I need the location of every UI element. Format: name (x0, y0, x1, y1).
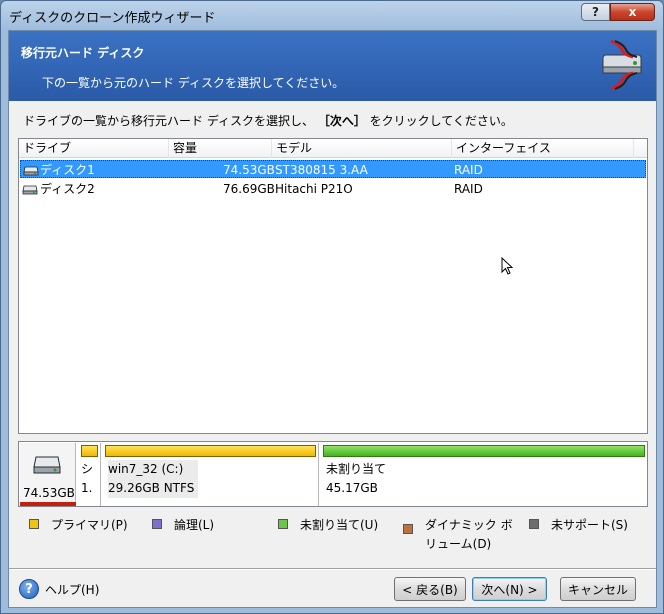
partition-unallocated-bar (323, 445, 645, 457)
partition-unallocated-name: 未割り当て (326, 462, 387, 476)
partition-primary-bar (105, 445, 316, 457)
help-icon: ? (19, 579, 39, 599)
column-model[interactable]: モデル (272, 139, 452, 158)
drive-name: ディスク1 (40, 163, 95, 177)
instruction-next-emphasis: ［次へ］ (317, 114, 366, 128)
legend-primary-label: プライマリ(P) (51, 518, 128, 532)
partition-c[interactable]: win7_32 (C:) 29.26GB NTFS (103, 443, 319, 506)
close-button[interactable]: x (610, 3, 655, 21)
drive-row-disk2[interactable]: ディスク2 76.69GB Hitachi P21O RAID (20, 180, 646, 198)
wizard-header: 移行元ハード ディスク 下の一覧から元のハード ディスクを選択してください。 (9, 31, 656, 101)
instruction-after: をクリックしてください。 (369, 114, 513, 128)
column-capacity[interactable]: 容量 (169, 139, 272, 158)
legend-dynamic: ダイナミック ボ リューム(D) (403, 516, 513, 554)
footer-separator (9, 568, 656, 570)
partition-c-size: 29.26GB NTFS (108, 481, 195, 495)
next-button[interactable]: 次へ(N) > (472, 577, 547, 601)
disk-summary[interactable]: 74.53GB (20, 443, 76, 506)
partition-c-label: win7_32 (C:) 29.26GB NTFS (105, 460, 316, 504)
column-interface[interactable]: インターフェイス (452, 139, 634, 158)
drive-capacity: 74.53GB (223, 163, 275, 177)
partition-unallocated-size: 45.17GB (326, 481, 378, 495)
legend-swatch-logical (152, 519, 162, 529)
legend-swatch-unsupported (529, 519, 539, 529)
legend-logical-label: 論理(L) (174, 518, 215, 532)
partition-small-line2: 1. (81, 481, 93, 495)
partition-small-label: シ 1. (80, 460, 98, 504)
drive-list[interactable]: ドライブ 容量 モデル インターフェイス ディスク1 74.53GB ST380… (18, 138, 648, 434)
drive-model: Hitachi P21O (275, 182, 353, 196)
partition-legend: プライマリ(P) 論理(L) 未割り当て(U) ダイナミック ボ リューム(D)… (9, 516, 656, 556)
partition-c-name: win7_32 (C:) (108, 462, 184, 476)
legend-unallocated: 未割り当て(U) (278, 516, 378, 533)
hard-disk-icon (33, 456, 61, 474)
partition-primary-bar (81, 445, 98, 457)
legend-swatch-dynamic (403, 524, 413, 534)
mouse-cursor-icon (501, 257, 514, 275)
legend-logical: 論理(L) (152, 516, 214, 533)
partition-unallocated-label: 未割り当て 45.17GB (323, 460, 645, 504)
title-help-button[interactable]: ? (581, 3, 610, 21)
drive-list-header: ドライブ 容量 モデル インターフェイス (19, 139, 647, 158)
hard-disk-icon (22, 185, 38, 195)
legend-dynamic-line2: リューム(D) (425, 537, 492, 551)
wizard-window: ディスクのクローン作成ウィザード ? x 移行元ハード ディスク 下の一覧から元… (0, 0, 664, 614)
drive-interface: RAID (454, 182, 483, 196)
cancel-button[interactable]: キャンセル (560, 577, 636, 601)
column-drive[interactable]: ドライブ (19, 139, 169, 158)
disk-size: 74.53GB (23, 486, 75, 500)
disk-map: 74.53GB シ 1. win7_32 (C:) 29.26GB NTFS 未… (18, 441, 648, 507)
title-bar[interactable]: ディスクのクローン作成ウィザード ? x (1, 1, 663, 29)
title-buttons: ? x (581, 3, 655, 21)
window-title: ディスクのクローン作成ウィザード (9, 11, 216, 26)
drive-row-disk1[interactable]: ディスク1 74.53GB ST380815 3.AA RAID (20, 160, 646, 178)
legend-dynamic-label: ダイナミック ボ リューム(D) (425, 516, 513, 554)
wizard-client-area: 移行元ハード ディスク 下の一覧から元のハード ディスクを選択してください。 ド… (8, 30, 657, 608)
legend-primary: プライマリ(P) (29, 516, 128, 533)
legend-unsupported: 未サポート(S) (529, 516, 628, 533)
partition-small-line1: シ (81, 462, 94, 476)
drive-interface: RAID (454, 163, 483, 177)
disk-selected-indicator (20, 502, 76, 506)
legend-unallocated-label: 未割り当て(U) (300, 518, 379, 532)
legend-unsupported-label: 未サポート(S) (551, 518, 628, 532)
legend-swatch-primary (29, 519, 39, 529)
help-label: ヘルプ(H) (45, 582, 100, 597)
back-button[interactable]: < 戻る(B) (394, 577, 466, 601)
instruction-before: ドライブの一覧から移行元ハード ディスクを選択し、 (23, 114, 314, 128)
header-subtitle: 下の一覧から元のハード ディスクを選択してください。 (42, 76, 345, 90)
help-link[interactable]: ? ヘルプ(H) (19, 579, 99, 599)
drive-capacity: 76.69GB (223, 182, 275, 196)
instruction-text: ドライブの一覧から移行元ハード ディスクを選択し、 ［次へ］ をクリックしてくだ… (23, 112, 513, 129)
legend-swatch-unallocated (278, 519, 288, 529)
header-title: 移行元ハード ディスク (21, 46, 145, 60)
partition-small[interactable]: シ 1. (79, 443, 101, 506)
drive-name: ディスク2 (40, 182, 95, 196)
legend-dynamic-line1: ダイナミック ボ (425, 518, 513, 532)
drive-model: ST380815 3.AA (275, 163, 368, 177)
hard-disk-icon (23, 166, 39, 176)
disk-clone-icon (602, 39, 642, 91)
partition-unallocated[interactable]: 未割り当て 45.17GB (321, 443, 647, 506)
